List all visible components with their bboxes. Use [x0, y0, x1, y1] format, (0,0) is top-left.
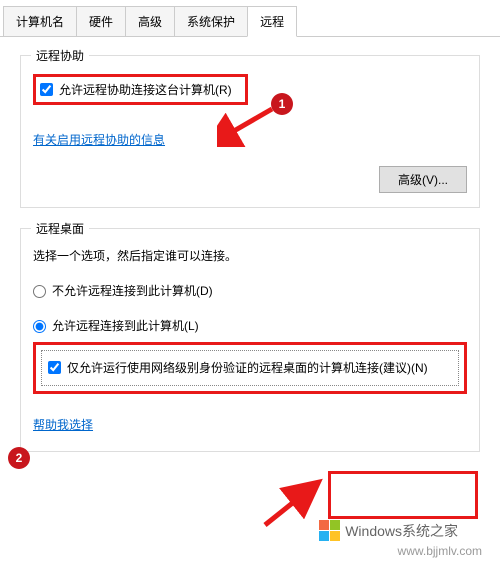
- remote-desktop-legend: 远程桌面: [31, 220, 89, 237]
- tab-system-protection[interactable]: 系统保护: [174, 6, 248, 36]
- annotation-box-bottom: [328, 471, 478, 519]
- allow-remote-label: 允许远程连接到此计算机(L): [52, 317, 199, 334]
- watermark-url: www.bjjmlv.com: [398, 544, 482, 558]
- deny-remote-label: 不允许远程连接到此计算机(D): [52, 282, 213, 299]
- deny-remote-radio[interactable]: [33, 285, 46, 298]
- remote-assist-group: 远程协助 允许远程协助连接这台计算机(R) 有关启用远程协助的信息 高级(V).…: [20, 55, 480, 208]
- tab-advanced[interactable]: 高级: [125, 6, 175, 36]
- allow-remote-assist-label: 允许远程协助连接这台计算机(R): [59, 81, 232, 98]
- allow-remote-assist-row: 允许远程协助连接这台计算机(R): [33, 74, 248, 105]
- remote-desktop-desc: 选择一个选项，然后指定谁可以连接。: [33, 247, 467, 264]
- watermark-text: Windows系统之家: [345, 521, 458, 541]
- tab-bar: 计算机名 硬件 高级 系统保护 远程: [0, 0, 500, 37]
- nla-highlight: 仅允许运行使用网络级别身份验证的远程桌面的计算机连接(建议)(N): [33, 342, 467, 394]
- nla-label: 仅允许运行使用网络级别身份验证的远程桌面的计算机连接(建议)(N): [67, 359, 428, 377]
- remote-assist-info-link[interactable]: 有关启用远程协助的信息: [33, 133, 165, 147]
- annotation-marker-2: 2: [8, 447, 30, 469]
- remote-assist-advanced-button[interactable]: 高级(V)...: [379, 166, 467, 193]
- annotation-marker-1: 1: [271, 93, 293, 115]
- tab-computer-name[interactable]: 计算机名: [3, 6, 77, 36]
- windows-logo-icon: [319, 520, 340, 541]
- watermark: Windows系统之家: [319, 520, 458, 541]
- remote-desktop-group: 远程桌面 选择一个选项，然后指定谁可以连接。 不允许远程连接到此计算机(D) 允…: [20, 228, 480, 452]
- help-me-choose-link[interactable]: 帮助我选择: [33, 418, 93, 432]
- nla-checkbox[interactable]: [48, 361, 61, 374]
- remote-assist-legend: 远程协助: [31, 47, 89, 64]
- allow-remote-assist-checkbox[interactable]: [40, 83, 53, 96]
- tab-remote[interactable]: 远程: [247, 6, 297, 37]
- tab-hardware[interactable]: 硬件: [76, 6, 126, 36]
- allow-remote-radio[interactable]: [33, 320, 46, 333]
